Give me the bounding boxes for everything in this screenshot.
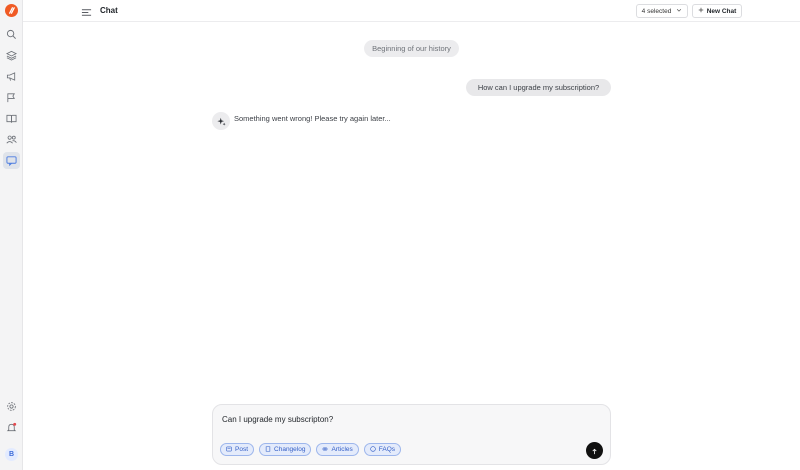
megaphone-icon[interactable] — [5, 70, 18, 83]
post-icon — [226, 446, 232, 454]
search-icon[interactable] — [5, 28, 18, 41]
source-chips: Post Changelog Articles FAQs — [220, 443, 402, 456]
flag-icon[interactable] — [5, 91, 18, 104]
arrow-up-icon — [591, 442, 598, 460]
layers-icon[interactable] — [5, 49, 18, 62]
chat-icon[interactable] — [3, 152, 20, 169]
sparkle-icon — [212, 112, 230, 130]
icon-rail: B — [0, 0, 23, 470]
brand-logo-icon[interactable] — [5, 4, 18, 17]
history-start-label: Beginning of our history — [364, 40, 459, 57]
notification-icon[interactable] — [5, 421, 18, 434]
changelog-icon — [265, 445, 271, 454]
plus-icon — [698, 7, 704, 15]
chip-changelog[interactable]: Changelog — [259, 443, 312, 456]
help-icon — [370, 445, 376, 454]
message-composer: Post Changelog Articles FAQs — [212, 404, 611, 465]
assistant-message: Something went wrong! Please try again l… — [212, 112, 391, 130]
sidebar-toggle-icon[interactable] — [81, 5, 92, 16]
chip-post[interactable]: Post — [220, 443, 255, 456]
top-bar: Chat 4 selected New Chat — [23, 0, 800, 22]
message-input[interactable] — [222, 413, 562, 425]
chip-label: Changelog — [274, 446, 306, 453]
chip-label: Post — [235, 446, 249, 453]
settings-icon[interactable] — [5, 400, 18, 413]
chip-label: Articles — [331, 446, 353, 453]
user-avatar[interactable]: B — [5, 448, 18, 461]
selector-label: 4 selected — [641, 7, 672, 15]
assistant-message-text: Something went wrong! Please try again l… — [234, 113, 391, 123]
users-icon[interactable] — [5, 133, 18, 146]
user-message-bubble: How can I upgrade my subscription? — [466, 79, 611, 96]
new-chat-label: New Chat — [706, 7, 737, 15]
chevron-down-icon — [676, 7, 682, 15]
link-icon — [322, 446, 328, 454]
page-title: Chat — [100, 6, 118, 15]
source-selector-dropdown[interactable]: 4 selected — [636, 4, 688, 18]
chip-faqs[interactable]: FAQs — [363, 443, 402, 456]
new-chat-button[interactable]: New Chat — [692, 4, 742, 18]
chip-articles[interactable]: Articles — [316, 443, 359, 456]
send-button[interactable] — [586, 442, 603, 459]
chip-label: FAQs — [378, 446, 396, 453]
book-icon[interactable] — [5, 112, 18, 125]
